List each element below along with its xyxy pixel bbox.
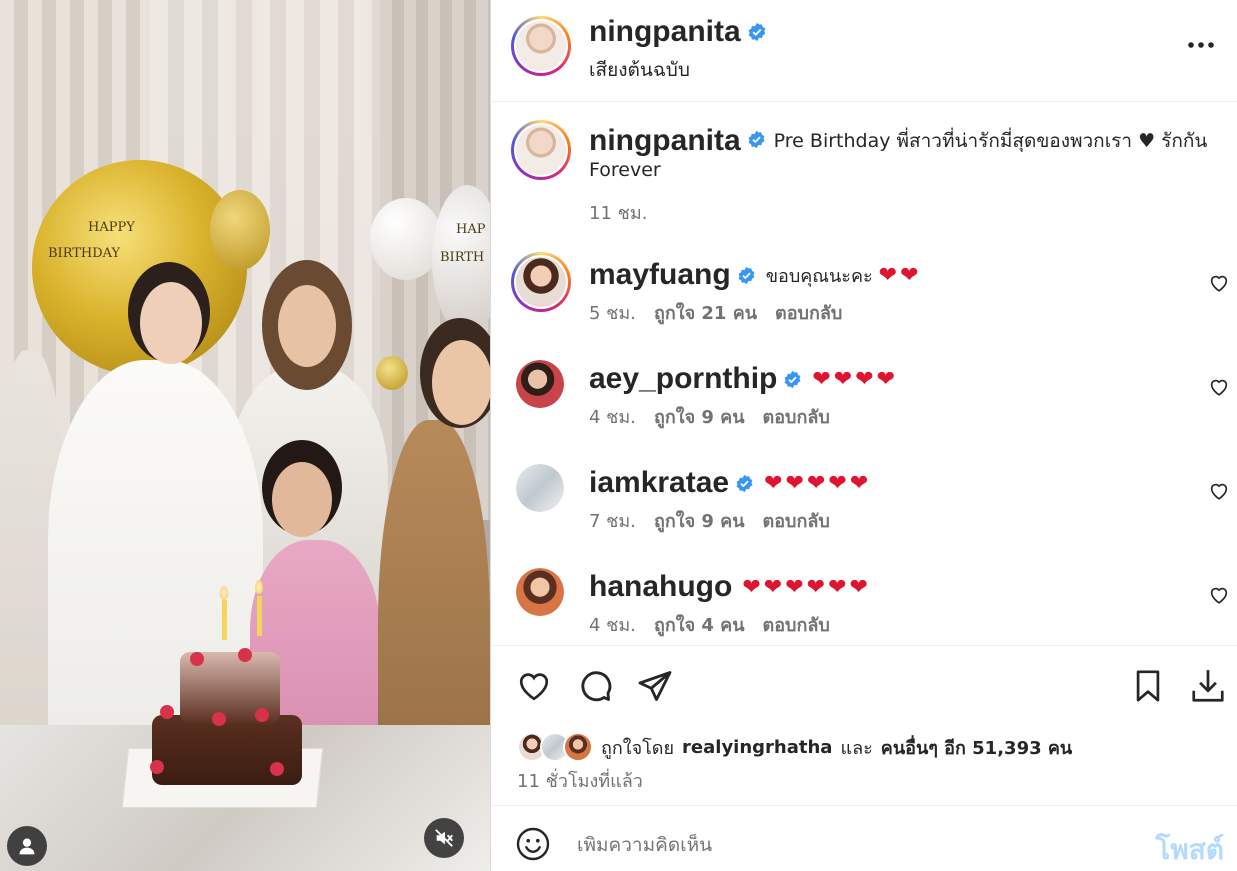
heart-icon[interactable] (1208, 480, 1230, 502)
author-avatar[interactable] (511, 16, 571, 76)
like-button[interactable] (515, 666, 553, 706)
verified-badge-icon (738, 266, 755, 284)
post-details-pane: ningpanita เสียงต้นฉบับ ningpanita Pre B… (490, 0, 1237, 871)
comment-likes[interactable]: ถูกใจ 9 คน (654, 402, 745, 431)
comment-input[interactable] (577, 834, 1097, 856)
strawberry (255, 708, 269, 722)
liker-avatars[interactable] (517, 732, 593, 762)
strawberry (238, 648, 252, 662)
strawberry (212, 712, 226, 726)
face (432, 340, 490, 425)
posted-time[interactable]: 11 ชั่วโมงที่แล้ว (517, 766, 643, 795)
comment-username[interactable]: aey_pornthip (589, 362, 777, 396)
comment-likes[interactable]: ถูกใจ 9 คน (654, 506, 745, 535)
liker-username[interactable]: realyingrhatha (682, 737, 832, 758)
comment-avatar[interactable] (516, 464, 564, 512)
comment-avatar[interactable] (516, 568, 564, 616)
reply-button[interactable]: ตอบกลับ (775, 298, 842, 327)
candle-flame (255, 580, 263, 594)
strawberry (160, 705, 174, 719)
caption-username[interactable]: ningpanita (589, 124, 741, 157)
balloon-text: HAP (456, 222, 486, 237)
verified-badge-icon (736, 474, 753, 492)
verified-badge-icon (748, 130, 765, 149)
heart-icon[interactable] (1208, 272, 1230, 294)
more-options-button[interactable] (1184, 30, 1218, 60)
caption-avatar[interactable] (511, 120, 571, 180)
comment-text: ขอบคุณนะคะ (765, 265, 873, 287)
download-icon (1192, 670, 1224, 702)
verified-badge-icon (748, 22, 765, 42)
muted-speaker-icon (435, 829, 453, 847)
more-options-icon (1188, 42, 1214, 48)
comment-hearts: ❤❤❤❤❤❤ (742, 574, 871, 600)
reply-button[interactable]: ตอบกลับ (763, 506, 830, 535)
reply-button[interactable]: ตอบกลับ (763, 402, 830, 431)
comment-username[interactable]: mayfuang (589, 258, 731, 292)
audio-label[interactable]: เสียงต้นฉบับ (589, 55, 690, 85)
reply-button[interactable]: ตอบกลับ (763, 610, 830, 639)
comment-likes[interactable]: ถูกใจ 21 คน (654, 298, 757, 327)
post-caption: ningpanita Pre Birthday พี่สาวที่น่ารักม… (589, 126, 1209, 185)
balloon-text: BIRTHDAY (48, 246, 121, 261)
candle-flame (220, 586, 228, 600)
verified-badge-icon (784, 370, 801, 388)
likes-middle: และ (840, 737, 873, 759)
save-button[interactable] (1129, 666, 1167, 706)
user-tags-button[interactable] (7, 826, 47, 866)
post-header: ningpanita เสียงต้นฉบับ (491, 0, 1237, 102)
comment-time[interactable]: 5 ชม. (589, 298, 636, 327)
mute-button[interactable] (424, 818, 464, 858)
candle (222, 600, 227, 640)
comment-composer: โพสต์ (491, 805, 1237, 871)
strawberry (270, 762, 284, 776)
author-username[interactable]: ningpanita (589, 15, 741, 49)
comment: aey_pornthip ❤❤❤❤ 4 ชม. ถูกใจ 9 คน ตอบกล… (491, 360, 1237, 466)
emoji-icon[interactable] (515, 826, 551, 862)
bookmark-icon (1136, 670, 1160, 702)
caption-time[interactable]: 11 ชม. (589, 198, 647, 227)
download-button[interactable] (1189, 666, 1227, 706)
share-button[interactable] (636, 666, 674, 706)
comment-icon (581, 671, 612, 702)
action-bar (491, 645, 1237, 725)
gold-balloon-small (210, 190, 270, 270)
comment: iamkratae ❤❤❤❤❤ 7 ชม. ถูกใจ 9 คน ตอบกลับ (491, 464, 1237, 570)
face (140, 282, 202, 364)
user-tags-icon (19, 838, 35, 855)
likes-summary: ถูกใจโดย realyingrhatha และ คนอื่นๆ อีก … (517, 732, 1072, 762)
gold-balloon-small (376, 356, 408, 390)
balloon-text: HAPPY (88, 220, 135, 235)
comment: mayfuang ขอบคุณนะคะ ❤❤ 5 ชม. ถูกใจ 21 คน… (491, 252, 1237, 362)
others-likes-link[interactable]: คนอื่นๆ อีก 51,393 คน (881, 733, 1072, 762)
comment-hearts: ❤❤❤❤❤ (764, 470, 872, 496)
share-icon (638, 671, 672, 701)
heart-icon[interactable] (1208, 584, 1230, 606)
comment-username[interactable]: iamkratae (589, 466, 729, 500)
comment-avatar[interactable] (511, 252, 571, 312)
comment-hearts: ❤❤ (878, 262, 922, 288)
candle (257, 596, 262, 636)
likes-prefix: ถูกใจโดย (601, 737, 675, 759)
strawberry (190, 652, 204, 666)
heart-icon (519, 673, 549, 701)
heart-icon[interactable] (1208, 376, 1230, 398)
comment-button[interactable] (576, 666, 614, 706)
comment-avatar[interactable] (516, 360, 564, 408)
comment-likes[interactable]: ถูกใจ 4 คน (654, 610, 745, 639)
face (272, 462, 332, 537)
comment-hearts: ❤❤❤❤ (812, 366, 899, 392)
balloon-text: BIRTH (440, 250, 485, 265)
post-media[interactable]: HAPPY BIRTHDAY HAP BIRTH (0, 0, 490, 871)
strawberry (150, 760, 164, 774)
comment-time[interactable]: 4 ชม. (589, 402, 636, 431)
comment-username[interactable]: hanahugo (589, 570, 732, 604)
face (278, 285, 336, 367)
comment-time[interactable]: 4 ชม. (589, 610, 636, 639)
post-comment-button[interactable]: โพสต์ (1155, 828, 1224, 871)
comment-time[interactable]: 7 ชม. (589, 506, 636, 535)
